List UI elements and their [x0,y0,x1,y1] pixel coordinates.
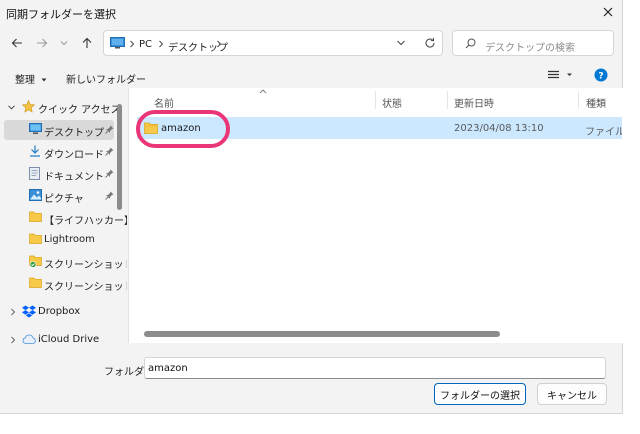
help-icon: ? [594,68,608,82]
chevron-down-icon [397,40,405,46]
arrow-right-icon [37,38,48,48]
folder-icon [29,233,42,244]
back-button[interactable] [8,34,26,52]
refresh-icon [425,38,435,48]
cancel-button[interactable]: キャンセル [537,383,607,405]
sidebar-quick-access-label: クイック アクセス [38,105,121,116]
pin-icon [105,147,114,156]
column-divider [578,91,579,109]
pin-icon [105,125,114,134]
sidebar-item-label: Lightroom [44,234,95,245]
sidebar-item-lightroom[interactable]: Lightroom [4,230,114,250]
address-dropdown-button[interactable] [396,38,406,48]
chevron-right-icon [11,308,16,316]
sidebar-item-documents[interactable]: ドキュメント [4,164,114,184]
column-divider [447,91,448,109]
organize-label: 整理 [15,75,35,86]
sidebar-item-label: スクリーンショット [44,260,127,271]
sidebar-item-dropbox[interactable]: Dropbox [4,302,114,322]
document-icon [29,167,40,180]
search-icon [465,38,476,49]
column-header-name[interactable]: 名前 [154,95,174,110]
sidebar-item-label: ピクチャ [44,194,84,205]
desktop-icon [29,123,42,134]
close-button[interactable] [597,3,619,21]
forward-button[interactable] [33,34,51,52]
sidebar-item-desktop[interactable]: デスクトップ [4,120,114,140]
folder-icon [29,211,42,222]
sidebar-item-screenshots-synced[interactable]: スクリーンショット [4,252,127,272]
chevron-right-icon [130,40,135,48]
sidebar-item-label: Dropbox [38,306,81,317]
search-placeholder: デスクトップの検索 [485,43,575,54]
download-icon [30,145,40,157]
sidebar-item-label: iCloud Drive [38,334,100,344]
caret-down-icon [41,78,47,82]
column-header-type[interactable]: 種類 [586,95,606,110]
sidebar-quick-access[interactable]: クイック アクセス [4,97,121,117]
column-header-modified[interactable]: 更新日時 [454,95,494,110]
up-button[interactable] [78,34,96,52]
sort-ascending-icon [259,89,267,94]
refresh-button[interactable] [424,37,436,49]
star-icon [22,100,35,113]
svg-text:?: ? [598,72,603,82]
column-divider [375,91,376,109]
folder-sync-icon [29,255,42,268]
folder-name-input[interactable] [144,357,606,379]
highlight-ring [136,110,230,148]
arrow-up-icon [82,37,92,48]
dialog-title: 同期フォルダーを選択 [6,8,116,21]
picture-icon [29,189,42,201]
pin-icon [105,169,114,178]
search-box[interactable]: デスクトップの検索 [452,30,614,56]
sidebar-item-icloud[interactable]: iCloud Drive [4,330,114,344]
navigation-pane[interactable]: クイック アクセス デスクトップ ダウンロード ドキュメント ピクチャ 【ライフ… [0,94,127,344]
dropbox-icon [22,305,36,318]
view-list-icon [548,70,572,79]
new-folder-button[interactable]: 新しいフォルダー [66,71,146,86]
file-modified: 2023/04/08 13:10 [454,123,544,134]
sidebar-item-label: ダウンロード [44,150,104,161]
icloud-icon [22,334,36,344]
close-icon [603,7,613,17]
horizontal-scrollbar[interactable] [144,331,500,337]
help-button[interactable]: ? [594,68,608,82]
sidebar-item-label: ドキュメント [44,172,104,183]
pc-icon [110,37,125,49]
sidebar-item-screenshots[interactable]: スクリーンショット [4,274,127,294]
organize-button[interactable]: 整理 [15,71,47,86]
navigation-scrollbar[interactable] [117,104,122,210]
folder-icon [29,277,42,288]
address-bar[interactable]: PC デスクトップ [103,30,443,56]
sidebar-item-label: デスクトップ [44,128,104,139]
sidebar-item-downloads[interactable]: ダウンロード [4,142,114,162]
chevron-down-icon [60,41,68,46]
sidebar-item-label: スクリーンショット [44,282,127,293]
view-options-button[interactable] [548,70,572,80]
chevron-right-icon [159,40,164,48]
sidebar-item-pictures[interactable]: ピクチャ [4,186,114,206]
chevron-down-icon [8,105,15,110]
breadcrumb-pc[interactable]: PC [139,39,152,50]
recent-locations-button[interactable] [55,34,73,52]
chevron-right-icon [217,40,222,48]
file-type: ファイル フ [585,127,622,138]
sidebar-item-label: 【ライフハッカー】ラン [44,216,127,227]
arrow-left-icon [11,38,22,48]
pin-icon [105,191,114,200]
column-header-status[interactable]: 状態 [382,95,402,110]
select-folder-button[interactable]: フォルダーの選択 [434,383,526,405]
chevron-right-icon [11,336,16,344]
sidebar-item-lifehacker[interactable]: 【ライフハッカー】ラン [4,208,127,228]
